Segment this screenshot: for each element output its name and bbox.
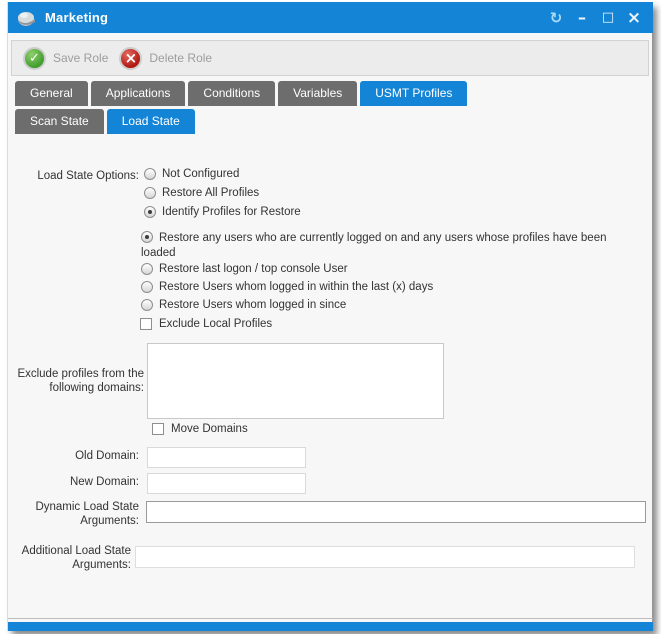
radio-icon[interactable] [144,187,156,199]
radio-label: Restore All Profiles [162,187,259,199]
radio-icon[interactable] [141,299,153,311]
delete-role-label: Delete Role [149,51,212,65]
radio-icon[interactable] [141,263,153,275]
save-role-label: Save Role [53,51,108,65]
radio-icon[interactable] [144,168,156,180]
minimize-icon[interactable]: – [569,2,595,33]
refresh-icon[interactable]: ↻ [543,2,569,33]
tab-load-state[interactable]: Load State [107,109,195,134]
save-check-icon: ✓ [23,47,46,70]
window-bottom-border [8,622,653,631]
old-domain-label: Old Domain: [8,450,139,464]
title-bar: Marketing ↻ – □ × [8,2,653,33]
tab-variables[interactable]: Variables [278,81,357,106]
radio-restore-last-x-days[interactable]: Restore Users whom logged in within the … [141,281,433,293]
dynamic-args-input[interactable] [146,501,646,523]
additional-args-label: Additional Load State Arguments: [8,545,131,572]
load-state-options-label: Load State Options: [8,170,139,184]
radio-label: Restore Users whom logged in within the … [159,281,433,293]
radio-label: Restore last logon / top console User [159,263,348,275]
toolbar: ✓ Save Role × Delete Role [11,40,649,76]
tab-conditions[interactable]: Conditions [188,81,275,106]
exclude-domains-label: Exclude profiles from the following doma… [8,368,144,395]
radio-icon[interactable] [141,281,153,293]
radio-label: Restore any users who are currently logg… [141,232,606,259]
old-domain-input[interactable] [147,447,306,468]
window-controls: ↻ – □ × [543,2,647,33]
radio-not-configured[interactable]: Not Configured [144,168,239,180]
move-domains-checkbox[interactable]: Move Domains [152,423,248,435]
tab-usmt-profiles[interactable]: USMT Profiles [360,81,467,106]
radio-icon[interactable] [144,206,156,218]
tab-scan-state[interactable]: Scan State [15,109,104,134]
radio-restore-all-profiles[interactable]: Restore All Profiles [144,187,259,199]
delete-x-icon: × [119,47,142,70]
delete-role-button[interactable]: × Delete Role [119,47,212,70]
maximize-icon[interactable]: □ [595,2,621,33]
dynamic-args-label: Dynamic Load State Arguments: [8,501,139,528]
tab-applications[interactable]: Applications [91,81,186,106]
app-window: Marketing ↻ – □ × ✓ Save Role × Delete R… [7,2,652,631]
window-title: Marketing [45,10,108,25]
checkbox-icon[interactable] [152,423,164,435]
radio-restore-since[interactable]: Restore Users whom logged in since [141,299,346,311]
tab-general[interactable]: General [15,81,88,106]
app-icon [17,9,37,27]
new-domain-input[interactable] [147,473,306,494]
radio-identify-profiles[interactable]: Identify Profiles for Restore [144,206,301,218]
radio-label: Identify Profiles for Restore [162,206,301,218]
radio-label: Not Configured [162,168,239,180]
save-role-button[interactable]: ✓ Save Role [23,47,108,70]
exclude-domains-textarea[interactable] [147,343,444,419]
main-tab-bar: General Applications Conditions Variable… [15,81,467,106]
close-icon[interactable]: × [621,2,647,33]
radio-restore-last-logon[interactable]: Restore last logon / top console User [141,263,348,275]
exclude-local-profiles-checkbox[interactable]: Exclude Local Profiles [140,318,272,330]
radio-restore-logged-on-users[interactable]: Restore any users who are currently logg… [141,231,633,261]
checkbox-icon[interactable] [140,318,152,330]
new-domain-label: New Domain: [8,476,139,490]
radio-label: Restore Users whom logged in since [159,299,346,311]
window-bottom-divider [8,618,653,619]
checkbox-label: Exclude Local Profiles [159,318,272,330]
radio-icon[interactable] [141,231,153,243]
sub-tab-bar: Scan State Load State [15,109,195,134]
checkbox-label: Move Domains [171,423,248,435]
additional-args-input[interactable] [135,546,635,568]
